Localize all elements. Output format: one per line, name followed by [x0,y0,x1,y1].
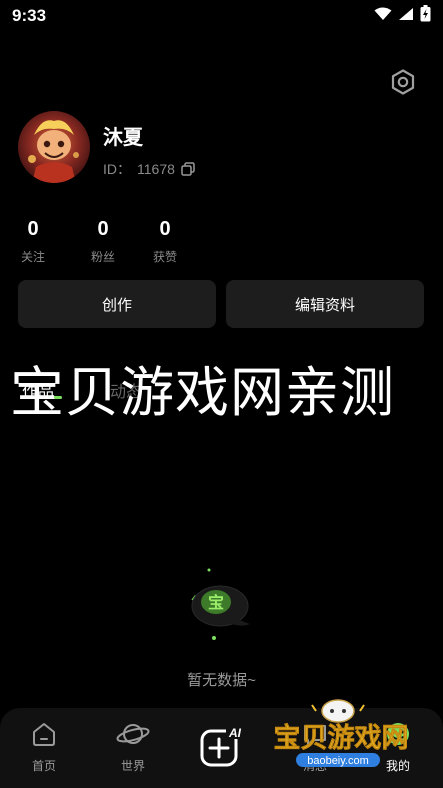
edit-profile-button[interactable]: 编辑资料 [226,280,424,328]
empty-state-text: 暂无数据~ [187,672,256,689]
nav-world[interactable]: 世界 [103,720,163,774]
stat-followers-label: 粉丝 [90,250,115,264]
empty-state-mascot-icon: 宝 [188,566,254,642]
nav-home-label: 首页 [31,759,56,773]
stat-followers-count: 0 [97,218,109,240]
brand-watermark-text: 宝贝游戏网 [274,722,409,754]
status-icons [374,5,431,22]
planet-icon [116,724,150,744]
user-id-label: ID： [103,161,131,177]
copy-id-button[interactable] [181,162,195,176]
battery-icon [420,5,431,22]
copy-icon [181,162,195,176]
user-id-value: 11678 [137,161,175,177]
stat-following-label: 关注 [20,250,45,264]
home-icon [33,723,55,746]
stat-likes-label: 获赞 [152,250,177,264]
signal-icon [399,7,413,20]
nav-world-label: 世界 [120,759,145,773]
nickname: 沐夏 [103,127,143,149]
settings-button[interactable] [389,68,417,96]
stat-following-count: 0 [27,218,39,240]
wifi-icon [374,7,392,20]
stat-following[interactable]: 0 关注 [3,218,63,265]
stat-followers[interactable]: 0 粉丝 [73,218,133,265]
brand-watermark-logo: 宝贝游戏网 baobeiy.com [268,697,418,777]
settings-icon [391,69,415,95]
stat-likes-count: 0 [159,218,171,240]
watermark-overlay-text: 宝贝游戏网亲测 [10,361,395,424]
empty-state-mascot-char: 宝 [208,593,224,612]
nav-home[interactable]: 首页 [14,720,74,774]
stat-likes[interactable]: 0 获赞 [135,218,195,265]
ai-create-icon: AI [200,725,244,767]
status-time: 9:33 [12,6,47,25]
nav-ai-create-button[interactable]: AI [200,725,244,769]
avatar-image [18,111,90,183]
avatar[interactable] [18,111,90,183]
ai-badge: AI [228,726,242,740]
create-button[interactable]: 创作 [18,280,216,328]
user-id: ID： 11678 [103,159,195,179]
brand-watermark-domain: baobeiy.com [307,755,369,767]
